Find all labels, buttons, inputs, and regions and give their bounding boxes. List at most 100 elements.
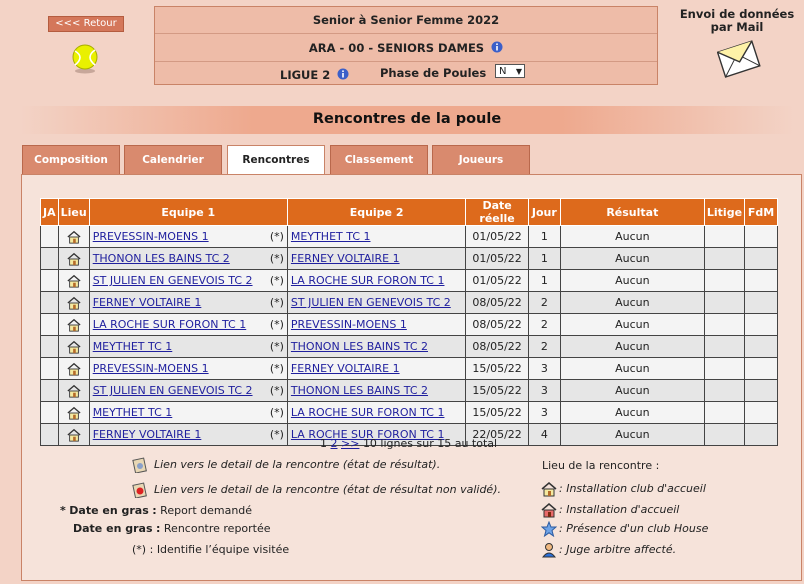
fdm-cell [744, 247, 778, 270]
mail-title: Envoi de données par Mail [679, 7, 795, 34]
tab-calendrier[interactable]: Calendrier [124, 145, 222, 174]
house-icon[interactable] [67, 296, 81, 310]
tab-joueurs[interactable]: Joueurs [432, 145, 530, 174]
competition-title: Senior à Senior Femme 2022 [312, 13, 500, 27]
col-header-jour[interactable]: Jour [527, 198, 561, 226]
envelope-icon[interactable] [717, 36, 761, 80]
table-row: MEYTHET TC 1 (*) THONON LES BAINS TC 2 08/0… [40, 335, 778, 358]
date-cell: 15/05/22 [465, 357, 529, 380]
col-header-ja[interactable]: JA [40, 198, 59, 226]
day-cell: 2 [527, 335, 561, 358]
house-icon[interactable] [67, 340, 81, 354]
tab-rencontres[interactable]: Rencontres [227, 145, 325, 175]
col-header-date[interactable]: Date réelle [465, 198, 529, 226]
matches-table: JA Lieu Equipe 1 Equipe 2 Date réelle Jo… [40, 198, 778, 446]
house-icon[interactable] [67, 428, 81, 442]
team1-link[interactable]: FERNEY VOLTAIRE 1 [93, 296, 202, 309]
litige-cell [703, 401, 746, 424]
col-header-litige[interactable]: Litige [703, 198, 746, 226]
team1-link[interactable]: ST JULIEN EN GENEVOIS TC 2 [93, 274, 253, 287]
house-icon[interactable] [67, 274, 81, 288]
team1-link[interactable]: MEYTHET TC 1 [93, 340, 173, 353]
section-band: Rencontres de la poule [20, 106, 794, 134]
team2-link[interactable]: LA ROCHE SUR FORON TC 1 [291, 406, 445, 419]
legend-place-referee-text: : Juge arbitre affecté. [559, 543, 677, 556]
tab-composition[interactable]: Composition [22, 145, 120, 174]
legend-visit: (*) : Identifie l’équipe visitée [132, 543, 289, 556]
team1-cell: LA ROCHE SUR FORON TC 1 (*) [88, 313, 288, 336]
legend-unvalidated-text: Lien vers le detail de la rencontre (éta… [154, 483, 501, 496]
match-unvalidated-icon [132, 482, 147, 498]
litige-cell [703, 357, 746, 380]
phase-select[interactable]: N ▼ [495, 64, 525, 78]
team1-link[interactable]: THONON LES BAINS TC 2 [93, 252, 230, 265]
house-icon[interactable] [67, 406, 81, 420]
col-header-fdm[interactable]: FdM [744, 198, 778, 226]
lieu-cell [57, 379, 90, 402]
info-icon[interactable] [491, 41, 503, 53]
next-page-link[interactable]: >> [341, 437, 359, 450]
litige-cell [703, 269, 746, 292]
fdm-cell [744, 225, 778, 248]
house-icon[interactable] [67, 362, 81, 376]
result-cell: Aucun [559, 401, 705, 424]
team1-link[interactable]: LA ROCHE SUR FORON TC 1 [93, 318, 247, 331]
legend-report-text: Report demandé [160, 504, 253, 517]
lieu-cell [57, 335, 90, 358]
house-icon[interactable] [67, 252, 81, 266]
info-icon[interactable] [337, 68, 349, 80]
col-header-resultat[interactable]: Résultat [559, 198, 705, 226]
page-link-2[interactable]: 2 [331, 437, 338, 450]
team1-link[interactable]: FERNEY VOLTAIRE 1 [93, 428, 202, 441]
day-cell: 4 [527, 423, 561, 446]
team2-cell: THONON LES BAINS TC 2 [286, 379, 467, 402]
ja-cell [40, 247, 59, 270]
date-cell: 01/05/22 [465, 225, 529, 248]
ja-cell [40, 357, 59, 380]
team2-link[interactable]: PREVESSIN-MOENS 1 [291, 318, 407, 331]
house-icon[interactable] [67, 230, 81, 244]
team2-link[interactable]: FERNEY VOLTAIRE 1 [291, 362, 400, 375]
visited-marker: (*) [269, 252, 284, 265]
team2-link[interactable]: FERNEY VOLTAIRE 1 [291, 252, 400, 265]
team2-cell: FERNEY VOLTAIRE 1 [286, 357, 467, 380]
litige-cell [703, 313, 746, 336]
team2-link[interactable]: MEYTHET TC 1 [291, 230, 371, 243]
fdm-cell [744, 313, 778, 336]
col-header-lieu[interactable]: Lieu [57, 198, 90, 226]
tab-classement[interactable]: Classement [330, 145, 428, 174]
team2-link[interactable]: THONON LES BAINS TC 2 [291, 340, 428, 353]
table-row: PREVESSIN-MOENS 1 (*) FERNEY VOLTAIRE 1 15/… [40, 357, 778, 380]
fdm-cell [744, 357, 778, 380]
legend-report: * Date en gras : Report demandé [60, 504, 252, 517]
team2-link[interactable]: THONON LES BAINS TC 2 [291, 384, 428, 397]
legend-colon: : [156, 522, 161, 535]
legend-colon: : [152, 504, 157, 517]
lieu-cell [57, 313, 90, 336]
team2-cell: LA ROCHE SUR FORON TC 1 [286, 269, 467, 292]
col-header-equipe1[interactable]: Equipe 1 [88, 198, 288, 226]
visited-marker: (*) [269, 340, 284, 353]
house-icon[interactable] [67, 384, 81, 398]
col-header-equipe2[interactable]: Equipe 2 [286, 198, 467, 226]
team1-link[interactable]: MEYTHET TC 1 [93, 406, 173, 419]
team1-link[interactable]: PREVESSIN-MOENS 1 [93, 362, 209, 375]
retour-button[interactable]: <<< Retour [48, 16, 124, 32]
visited-marker: (*) [269, 230, 284, 243]
day-cell: 2 [527, 291, 561, 314]
house-icon[interactable] [67, 318, 81, 332]
team1-link[interactable]: ST JULIEN EN GENEVOIS TC 2 [93, 384, 253, 397]
table-row: THONON LES BAINS TC 2 (*) FERNEY VOLTAIRE … [40, 247, 778, 270]
date-cell: 01/05/22 [465, 269, 529, 292]
litige-cell [703, 335, 746, 358]
team1-link[interactable]: PREVESSIN-MOENS 1 [93, 230, 209, 243]
ligue-text: LIGUE 2 [280, 68, 331, 82]
ja-cell [40, 269, 59, 292]
ja-cell [40, 291, 59, 314]
lieu-cell [57, 423, 90, 446]
ja-cell [40, 225, 59, 248]
referee-icon [541, 543, 557, 558]
team2-link[interactable]: LA ROCHE SUR FORON TC 1 [291, 274, 445, 287]
team2-link[interactable]: ST JULIEN EN GENEVOIS TC 2 [291, 296, 451, 309]
header-divider [155, 33, 657, 34]
